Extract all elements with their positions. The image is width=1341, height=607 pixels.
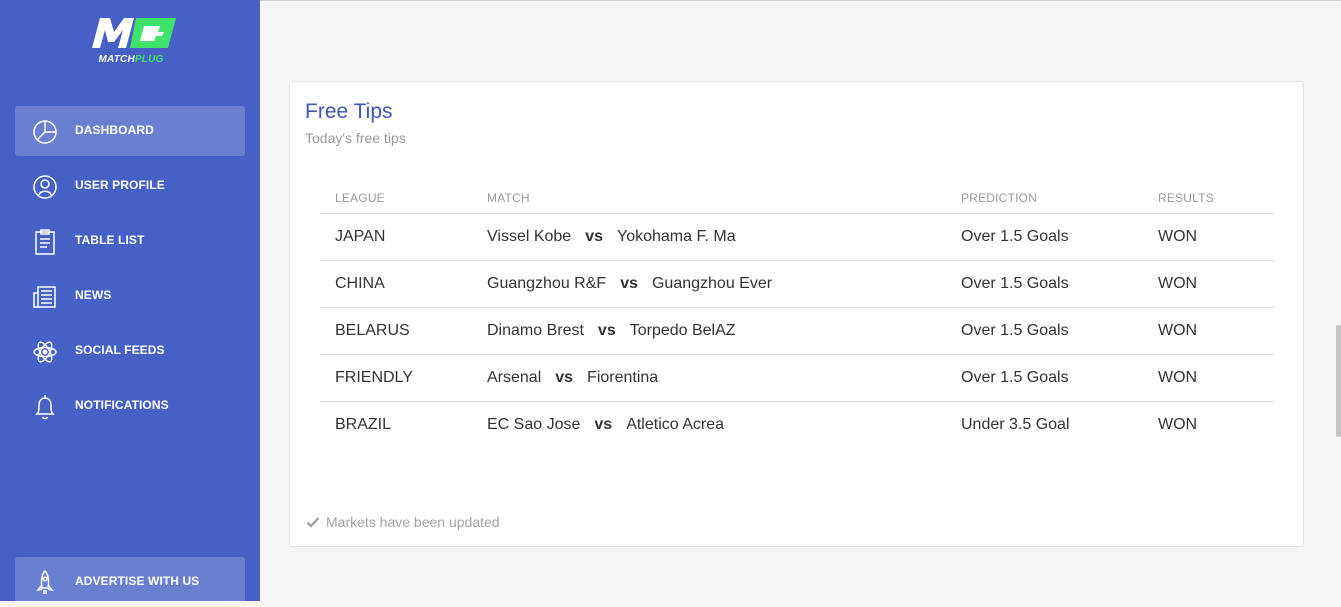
sidebar-item-social-feeds[interactable]: SOCIAL FEEDS [15,326,245,376]
vs-label: vs [597,322,616,339]
vs-label: vs [620,275,638,292]
matchplug-logo[interactable]: MATCHPLUG [84,14,178,70]
away-team: Fiorentina [587,369,659,386]
sidebar-item-label: ADVERTISE WITH US [75,574,200,588]
prediction-cell: Over 1.5 Goals [961,369,1069,386]
free-tips-card: Free Tips Today's free tips LEAGUE MATCH… [289,81,1304,547]
clipboard-icon [31,228,59,256]
pie-chart-icon [31,118,59,146]
sidebar-item-news[interactable]: NEWS [15,271,245,321]
sidebar-item-label: USER PROFILE [75,178,165,192]
vs-label: vs [585,228,603,245]
sidebar-item-label: NEWS [75,288,112,302]
sidebar-item-advertise[interactable]: ADVERTISE WITH US [15,557,245,607]
league-cell: JAPAN [335,228,386,245]
table-row: BRAZIL EC Sao Jose vs Atletico Acrea Under… [320,402,1274,448]
home-team: Arsenal [487,369,542,386]
atom-icon [31,338,59,366]
table-row: BELARUS Dinamo Brest vs Torpedo BelAZ Over… [320,308,1274,355]
table-row: JAPAN Vissel Kobe vs Yokohama F. Ma Over 1… [320,214,1274,261]
home-team: Dinamo Brest [487,322,584,339]
result-cell: WON [1158,322,1198,339]
column-header-prediction: PREDICTION [961,191,1038,205]
result-cell: WON [1158,275,1198,292]
bell-icon [31,393,59,421]
logo-text: MATCHPLUG [98,54,164,65]
match-cell: EC Sao Jose vs Atletico Acrea [487,416,724,434]
table-header: LEAGUE MATCH PREDICTION RESULTS [320,182,1274,214]
prediction-cell: Over 1.5 Goals [961,228,1069,245]
league-cell: FRIENDLY [335,369,413,386]
sidebar-item-label: SOCIAL FEEDS [75,343,165,357]
check-icon [306,517,320,528]
result-cell: WON [1158,416,1198,433]
home-team: EC Sao Jose [487,416,581,433]
prediction-cell: Over 1.5 Goals [961,275,1069,292]
footer-status-text: Markets have been updated [326,514,500,530]
league-cell: BELARUS [335,322,410,339]
scrollbar-thumb[interactable] [1336,325,1341,437]
rocket-icon [31,569,59,597]
prediction-cell: Over 1.5 Goals [961,322,1069,339]
column-header-league: LEAGUE [335,191,385,205]
column-header-results: RESULTS [1158,191,1214,205]
league-cell: CHINA [335,275,385,292]
card-footer: Markets have been updated [306,514,500,530]
home-team: Guangzhou R&F [487,275,607,292]
match-cell: Arsenal vs Fiorentina [487,369,658,387]
sidebar-item-label: TABLE LIST [75,233,145,247]
result-cell: WON [1158,369,1198,386]
scrollbar-track[interactable] [1333,1,1341,601]
away-team: Yokohama F. Ma [617,228,736,245]
vs-label: vs [555,369,574,386]
match-cell: Guangzhou R&F vs Guangzhou Ever [487,275,772,293]
newspaper-icon [31,283,59,311]
vs-label: vs [594,416,613,433]
result-cell: WON [1158,228,1198,245]
match-cell: Vissel Kobe vs Yokohama F. Ma [487,228,736,246]
sidebar-item-label: NOTIFICATIONS [75,398,169,412]
table-row: FRIENDLY Arsenal vs Fiorentina Over 1.5 Go… [320,355,1274,402]
sidebar: MATCHPLUG DASHBOARD USER PROFILE TABLE L… [0,0,260,607]
column-header-match: MATCH [487,191,530,205]
away-team: Torpedo BelAZ [629,322,736,339]
sidebar-item-dashboard[interactable]: DASHBOARD [15,106,245,156]
away-team: Atletico Acrea [626,416,725,433]
away-team: Guangzhou Ever [651,275,773,292]
sidebar-item-user-profile[interactable]: USER PROFILE [15,161,245,211]
prediction-cell: Under 3.5 Goal [961,416,1070,433]
card-title: Free Tips [305,100,393,123]
sidebar-item-notifications[interactable]: NOTIFICATIONS [15,381,245,431]
user-icon [31,173,59,201]
table-row: CHINA Guangzhou R&F vs Guangzhou Ever Over… [320,261,1274,308]
card-subtitle: Today's free tips [305,130,406,146]
sidebar-item-label: DASHBOARD [75,123,154,137]
match-cell: Dinamo Brest vs Torpedo BelAZ [487,322,736,340]
sidebar-item-table-list[interactable]: TABLE LIST [15,216,245,266]
league-cell: BRAZIL [335,416,392,433]
home-team: Vissel Kobe [487,228,572,245]
logo-mark-icon [92,18,176,48]
tips-table: LEAGUE MATCH PREDICTION RESULTS JAPAN Vi… [320,182,1274,448]
